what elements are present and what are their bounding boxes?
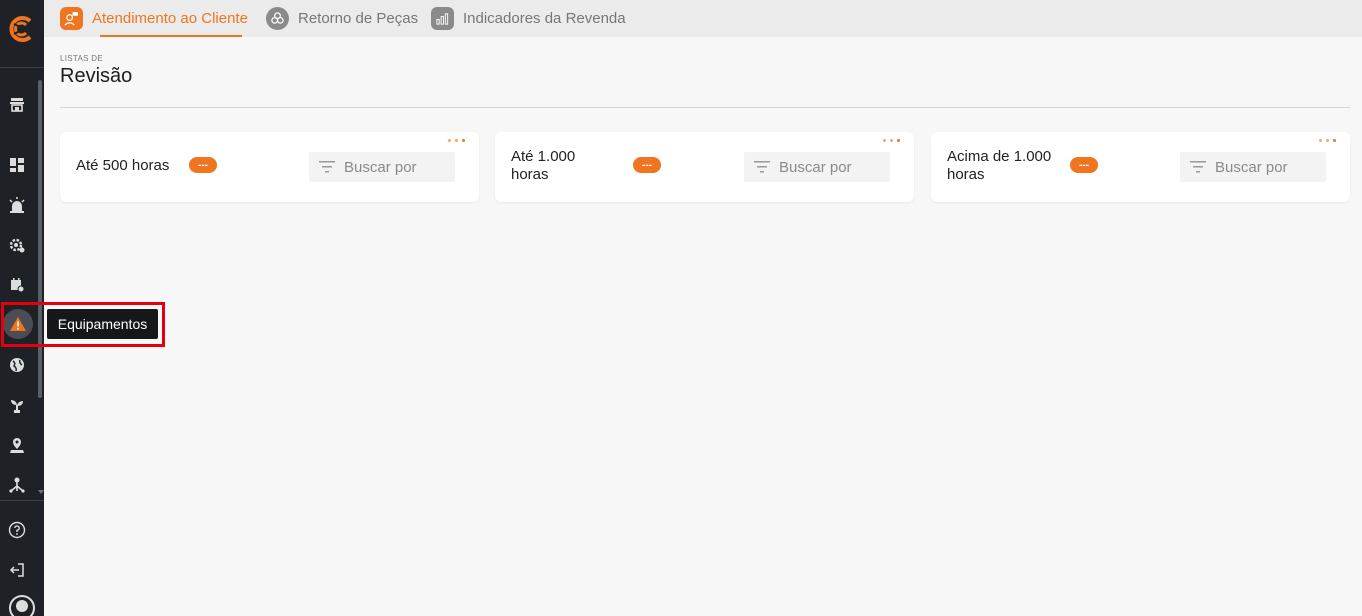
- settings-icon[interactable]: [6, 234, 28, 256]
- tab-atendimento[interactable]: Atendimento ao Cliente: [60, 0, 248, 37]
- filter-icon: [754, 161, 770, 173]
- more-options-icon[interactable]: [1319, 139, 1336, 142]
- card-title: Até 500 horas: [76, 157, 170, 174]
- dealer-indicators-icon: [431, 7, 454, 30]
- active-tab-indicator: [100, 35, 242, 37]
- alarm-icon[interactable]: [6, 194, 28, 216]
- help-icon[interactable]: [6, 519, 28, 541]
- customer-service-icon: [60, 7, 83, 30]
- card-title: Acima de 1.000 horas: [947, 148, 1052, 183]
- tab-label: Retorno de Peças: [298, 10, 419, 27]
- location-icon[interactable]: [6, 434, 28, 456]
- count-badge: ---: [633, 157, 661, 173]
- tab-label: Atendimento ao Cliente: [92, 10, 248, 27]
- top-tab-bar: Atendimento ao Cliente Retorno de Peças …: [44, 0, 1362, 37]
- dashboard-icon[interactable]: [6, 154, 28, 176]
- more-options-icon[interactable]: [883, 139, 900, 142]
- sidebar-divider: [0, 500, 44, 501]
- logout-icon[interactable]: [6, 559, 28, 581]
- list-card-500: Até 500 horas ---: [60, 132, 479, 202]
- search-input[interactable]: [1215, 158, 1315, 176]
- count-badge: ---: [1070, 157, 1098, 173]
- dealer-icon[interactable]: [6, 94, 28, 116]
- brand-logo-icon[interactable]: [6, 14, 36, 44]
- sidebar-scrollbar[interactable]: [38, 80, 42, 398]
- search-input[interactable]: [344, 158, 444, 176]
- page-title: Revisão: [60, 65, 133, 87]
- card-title: Até 1.000 horas: [511, 148, 576, 183]
- filter-search-box[interactable]: [1180, 152, 1326, 182]
- calendar-icon[interactable]: [6, 274, 28, 296]
- scroll-down-arrow-icon[interactable]: [38, 490, 44, 494]
- sidebar-divider: [0, 67, 44, 68]
- plant-icon[interactable]: [6, 394, 28, 416]
- tab-retorno-pecas[interactable]: Retorno de Peças: [266, 0, 418, 37]
- globe-icon[interactable]: [6, 354, 28, 376]
- filter-icon: [1190, 161, 1206, 173]
- org-chart-icon[interactable]: [6, 474, 28, 496]
- parts-return-icon: [266, 7, 289, 30]
- sidebar-tooltip: Equipamentos: [47, 309, 158, 339]
- more-options-icon[interactable]: [448, 139, 465, 142]
- list-card-1000: Até 1.000 horas ---: [495, 132, 914, 202]
- filter-icon: [319, 161, 335, 173]
- header-divider: [60, 107, 1350, 108]
- tab-label: Indicadores da Revenda: [463, 10, 626, 27]
- search-input[interactable]: [779, 158, 879, 176]
- user-icon[interactable]: [8, 594, 36, 616]
- filter-search-box[interactable]: [744, 152, 890, 182]
- tab-indicadores[interactable]: Indicadores da Revenda: [431, 0, 626, 37]
- count-badge: ---: [189, 157, 217, 173]
- filter-search-box[interactable]: [309, 152, 455, 182]
- breadcrumb: LISTAS DE: [60, 54, 104, 63]
- list-card-above-1000: Acima de 1.000 horas ---: [931, 132, 1350, 202]
